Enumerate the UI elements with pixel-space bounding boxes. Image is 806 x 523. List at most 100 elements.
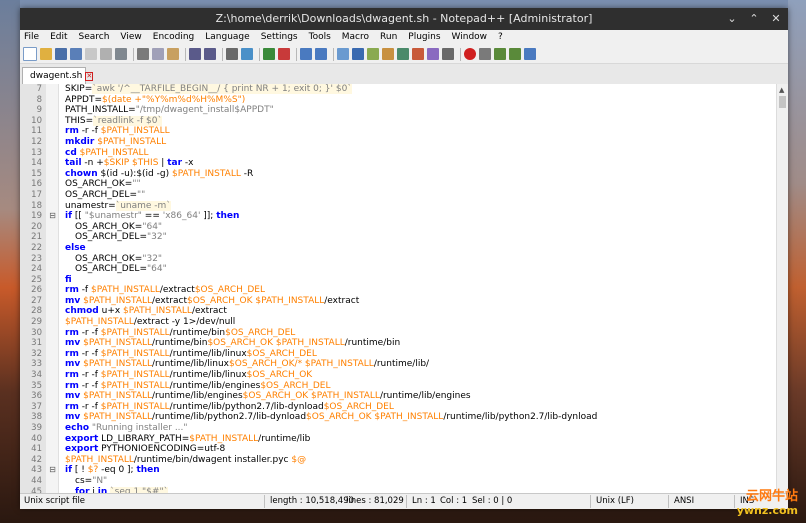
minimize-icon[interactable]: ⌄ xyxy=(724,11,740,27)
sync-vertical-icon[interactable] xyxy=(300,48,312,60)
code-line[interactable]: 23 OS_ARCH_OK="32" xyxy=(20,254,777,265)
scroll-thumb[interactable] xyxy=(779,96,786,108)
code-line[interactable]: 40 export LD_LIBRARY_PATH=$PATH_INSTALL/r… xyxy=(20,434,777,445)
code-line[interactable]: 28 chmod u+x $PATH_INSTALL/extract xyxy=(20,306,777,317)
code-line[interactable]: 29 $PATH_INSTALL/extract -y 1>/dev/null xyxy=(20,317,777,328)
zoom-out-icon[interactable] xyxy=(278,48,290,60)
menu-settings[interactable]: Settings xyxy=(261,30,298,45)
code-line[interactable]: 26 rm -f $PATH_INSTALL/extract$OS_ARCH_DE… xyxy=(20,285,777,296)
menu-language[interactable]: Language xyxy=(205,30,249,45)
code-line[interactable]: 37 rm -r -f $PATH_INSTALL/runtime/lib/pyt… xyxy=(20,402,777,413)
sync-horizontal-icon[interactable] xyxy=(315,48,327,60)
fold-toggle-icon[interactable]: ⊟ xyxy=(48,465,57,476)
menu-window[interactable]: Window xyxy=(452,30,488,45)
menu-run[interactable]: Run xyxy=(380,30,397,45)
record-macro-icon[interactable] xyxy=(464,48,476,60)
code-line[interactable]: 30 rm -r -f $PATH_INSTALL/runtime/bin$OS_… xyxy=(20,328,777,339)
indent-guide-icon[interactable] xyxy=(367,48,379,60)
code-line[interactable]: 10 THIS=`readlink -f $0` xyxy=(20,115,777,127)
code-line[interactable]: 39 echo "Running installer ..." xyxy=(20,423,777,434)
code-line[interactable]: 22 else xyxy=(20,243,777,254)
token-plain: OS_ARCH_DEL= xyxy=(75,264,147,275)
code-line[interactable]: 14 tail -n +$SKIP $THIS | tar -x xyxy=(20,158,777,169)
menu-macro[interactable]: Macro xyxy=(342,30,369,45)
code-line[interactable]: 34 rm -r -f $PATH_INSTALL/runtime/lib/lin… xyxy=(20,370,777,381)
vertical-scrollbar[interactable]: ▲ xyxy=(776,84,788,493)
maximize-icon[interactable]: ⌃ xyxy=(746,11,762,27)
code-line[interactable]: 35 rm -r -f $PATH_INSTALL/runtime/lib/eng… xyxy=(20,381,777,392)
code-line[interactable]: 11 rm -r -f $PATH_INSTALL xyxy=(20,126,777,137)
token-var: $PATH_INSTALL xyxy=(100,370,170,381)
code-line[interactable]: 27 mv $PATH_INSTALL/extract$OS_ARCH_OK $P… xyxy=(20,296,777,307)
udl-icon[interactable] xyxy=(382,48,394,60)
play-macro-icon[interactable] xyxy=(494,48,506,60)
close-file-icon[interactable] xyxy=(85,48,97,60)
code-line[interactable]: 21 OS_ARCH_DEL="32" xyxy=(20,232,777,243)
code-line[interactable]: 33 mv $PATH_INSTALL/runtime/lib/linux$OS_… xyxy=(20,359,777,370)
fold-toggle-icon[interactable]: ⊟ xyxy=(48,211,57,222)
function-list-icon[interactable] xyxy=(412,48,424,60)
menu-plugins[interactable]: Plugins xyxy=(408,30,440,45)
title-bar[interactable]: Z:\home\derrik\Downloads\dwagent.sh - No… xyxy=(20,8,788,30)
open-file-icon[interactable] xyxy=(40,48,52,60)
code-editor[interactable]: 7 SKIP=`awk '/^__TARFILE_BEGIN__/ { print… xyxy=(20,84,788,493)
show-all-chars-icon[interactable] xyxy=(352,48,364,60)
code-line[interactable]: 17 OS_ARCH_DEL="" xyxy=(20,190,777,201)
scroll-up-icon[interactable]: ▲ xyxy=(779,86,784,94)
monitoring-icon[interactable] xyxy=(442,48,454,60)
code-line[interactable]: 15 chown $(id -u):$(id -g) $PATH_INSTALL … xyxy=(20,169,777,180)
zoom-in-icon[interactable] xyxy=(263,48,275,60)
save-icon[interactable] xyxy=(55,48,67,60)
print-icon[interactable] xyxy=(115,48,127,60)
code-line[interactable]: 24 OS_ARCH_DEL="64" xyxy=(20,264,777,275)
close-tab-icon[interactable]: ✕ xyxy=(85,71,94,81)
menu-encoding[interactable]: Encoding xyxy=(153,30,194,45)
save-all-icon[interactable] xyxy=(70,48,82,60)
undo-icon[interactable] xyxy=(189,48,201,60)
save-macro-icon[interactable] xyxy=(524,48,536,60)
menu-edit[interactable]: Edit xyxy=(50,30,67,45)
run-macro-multiple-icon[interactable] xyxy=(509,48,521,60)
stop-macro-icon[interactable] xyxy=(479,48,491,60)
code-line[interactable]: 19 ⊟ if [[ "$unamestr" == 'x86_64' ]]; the… xyxy=(20,211,777,222)
new-file-icon[interactable] xyxy=(23,47,37,61)
token-plain: /runtime/lib xyxy=(258,433,311,444)
code-line[interactable]: 43 ⊟ if [ ! $? -eq 0 ]; then xyxy=(20,465,777,476)
line-number: 9 xyxy=(36,105,42,116)
code-line[interactable]: 25 fi xyxy=(20,275,777,286)
code-line[interactable]: 36 mv $PATH_INSTALL/runtime/lib/engines$O… xyxy=(20,391,777,402)
code-line[interactable]: 12 mkdir $PATH_INSTALL xyxy=(20,137,777,148)
code-line[interactable]: 7 SKIP=`awk '/^__TARFILE_BEGIN__/ { print… xyxy=(20,84,777,95)
menu-help[interactable]: ? xyxy=(498,30,503,45)
menu-file[interactable]: File xyxy=(24,30,39,45)
code-line[interactable]: 32 rm -r -f $PATH_INSTALL/runtime/lib/lin… xyxy=(20,349,777,360)
menu-search[interactable]: Search xyxy=(79,30,110,45)
folder-workspace-icon[interactable] xyxy=(427,48,439,60)
code-line[interactable]: 9 PATH_INSTALL="/tmp/dwagent_install$APPD… xyxy=(20,105,777,116)
doc-map-icon[interactable] xyxy=(397,48,409,60)
word-wrap-icon[interactable] xyxy=(337,48,349,60)
code-line[interactable]: 8 APPDT=$(date +"%Y%m%d%H%M%S") xyxy=(20,95,777,106)
code-line[interactable]: 13 cd $PATH_INSTALL xyxy=(20,148,777,159)
find-icon[interactable] xyxy=(226,48,238,60)
code-line[interactable]: 16 OS_ARCH_OK="" xyxy=(20,179,777,190)
menu-view[interactable]: View xyxy=(120,30,141,45)
menu-tools[interactable]: Tools xyxy=(309,30,331,45)
token-var: $PATH_INSTALL xyxy=(65,454,134,465)
code-line[interactable]: 20 OS_ARCH_OK="64" xyxy=(20,222,777,233)
code-line[interactable]: 18 unamestr=`uname -m` xyxy=(20,200,777,212)
code-line[interactable]: 38 mv $PATH_INSTALL/runtime/lib/python2.7… xyxy=(20,412,777,423)
code-line[interactable]: 44 cs="N" xyxy=(20,476,777,487)
close-icon[interactable]: ✕ xyxy=(768,11,784,27)
line-number: 13 xyxy=(31,147,42,158)
code-line[interactable]: 31 mv $PATH_INSTALL/runtime/bin$OS_ARCH_O… xyxy=(20,338,777,349)
paste-icon[interactable] xyxy=(167,48,179,60)
code-line[interactable]: 42 $PATH_INSTALL/runtime/bin/dwagent inst… xyxy=(20,455,777,466)
tab-dwagent[interactable]: dwagent.sh ✕ xyxy=(22,67,94,84)
redo-icon[interactable] xyxy=(204,48,216,60)
copy-icon[interactable] xyxy=(152,48,164,60)
code-line[interactable]: 41 export PYTHONIOENCODING=utf-8 xyxy=(20,444,777,455)
close-all-icon[interactable] xyxy=(100,48,112,60)
cut-icon[interactable] xyxy=(137,48,149,60)
replace-icon[interactable] xyxy=(241,48,253,60)
